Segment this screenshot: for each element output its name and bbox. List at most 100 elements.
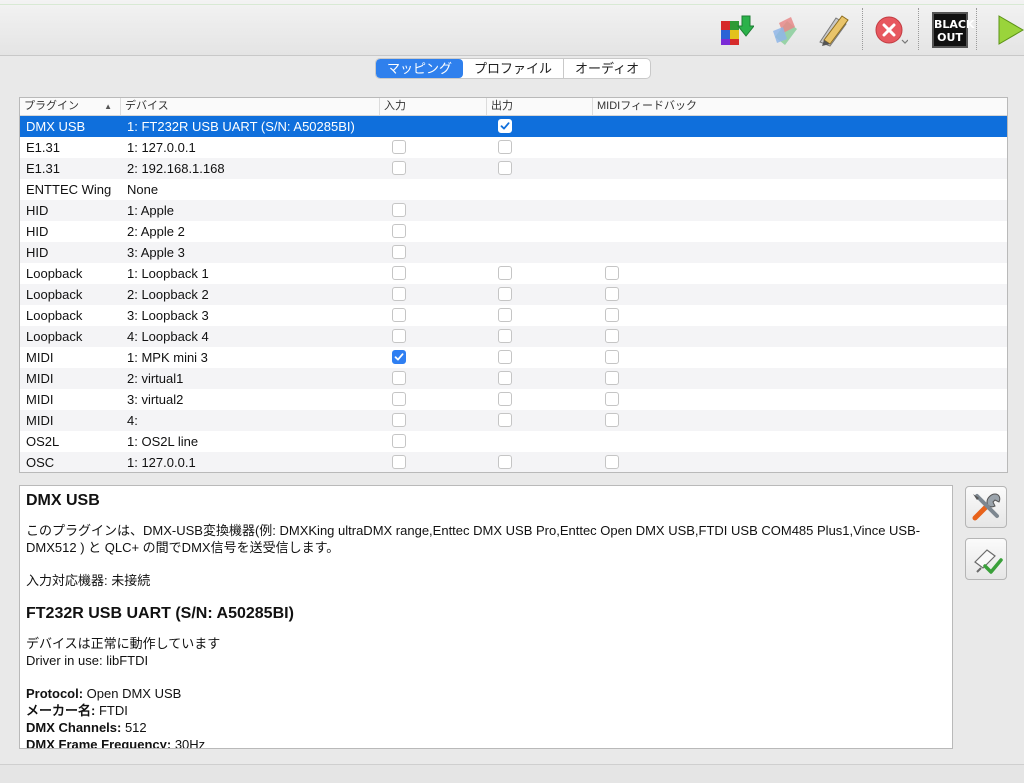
input-checkbox[interactable]: [392, 455, 406, 469]
column-header-input[interactable]: 入力: [380, 98, 487, 115]
table-row[interactable]: ENTTEC Wing None: [20, 179, 1007, 200]
table-row[interactable]: Loopback 4: Loopback 4: [20, 326, 1007, 347]
device-detail-row: DMX Frame Frequency: 30Hz: [26, 736, 946, 749]
configure-icon: [972, 493, 1001, 521]
device-cell: 2: 192.168.1.168: [127, 161, 225, 176]
device-status-line1: デバイスは正常に動作しています: [26, 636, 221, 651]
input-checkbox[interactable]: [392, 371, 406, 385]
toolbar-separator: [976, 8, 977, 50]
output-checkbox[interactable]: [498, 308, 512, 322]
plugin-cell: E1.31: [26, 140, 60, 155]
device-cell: 4:: [127, 413, 138, 428]
plugin-cell: HID: [26, 245, 49, 260]
detail-value: FTDI: [95, 703, 128, 718]
table-row[interactable]: MIDI 2: virtual1: [20, 368, 1007, 389]
plugin-cell: OS2L: [26, 434, 60, 449]
device-cell: 3: Apple 3: [127, 245, 185, 260]
device-cell: 2: virtual1: [127, 371, 184, 386]
blackout-label-line1: BLACK: [934, 18, 975, 31]
toolbar-separator: [918, 8, 919, 50]
midi-feedback-checkbox[interactable]: [605, 350, 619, 364]
output-checkbox[interactable]: [498, 119, 512, 133]
input-checkbox[interactable]: [392, 224, 406, 238]
table-row[interactable]: Loopback 1: Loopback 1: [20, 263, 1007, 284]
output-checkbox[interactable]: [498, 329, 512, 343]
input-checkbox[interactable]: [392, 308, 406, 322]
table-row[interactable]: DMX USB 1: FT232R USB UART (S/N: A50285BI…: [20, 116, 1007, 137]
input-support-line: 入力対応機器: 未接続: [26, 572, 946, 589]
midi-feedback-checkbox[interactable]: [605, 455, 619, 469]
device-cell: 2: Loopback 2: [127, 287, 209, 302]
stop-button[interactable]: [870, 10, 910, 50]
table-row[interactable]: MIDI 3: virtual2: [20, 389, 1007, 410]
table-row[interactable]: MIDI 1: MPK mini 3: [20, 347, 1007, 368]
table-row[interactable]: HID 1: Apple: [20, 200, 1007, 221]
midi-feedback-checkbox[interactable]: [605, 413, 619, 427]
edit-button[interactable]: [814, 10, 854, 50]
table-body: DMX USB 1: FT232R USB UART (S/N: A50285BI…: [20, 116, 1007, 472]
table-row[interactable]: OSC 1: 127.0.0.1: [20, 452, 1007, 472]
table-row[interactable]: Loopback 3: Loopback 3: [20, 305, 1007, 326]
table-row[interactable]: OS2L 1: OS2L line: [20, 431, 1007, 452]
device-cell: 1: FT232R USB UART (S/N: A50285BI): [127, 119, 355, 134]
midi-feedback-checkbox[interactable]: [605, 266, 619, 280]
table-row[interactable]: HID 3: Apple 3: [20, 242, 1007, 263]
midi-feedback-checkbox[interactable]: [605, 329, 619, 343]
table-row[interactable]: Loopback 2: Loopback 2: [20, 284, 1007, 305]
blackout-button[interactable]: BLACK OUT: [930, 10, 975, 50]
device-cell: 2: Apple 2: [127, 224, 185, 239]
input-checkbox[interactable]: [392, 266, 406, 280]
device-cell: 1: Apple: [127, 203, 174, 218]
detail-key: Protocol:: [26, 686, 84, 701]
detail-value: 30Hz: [171, 737, 206, 749]
plugin-description: このプラグインは、DMX-USB変換機器(例: DMXKing ultraDMX…: [26, 523, 921, 555]
output-checkbox[interactable]: [498, 455, 512, 469]
table-row[interactable]: HID 2: Apple 2: [20, 221, 1007, 242]
universe-output-button[interactable]: [965, 538, 1007, 580]
input-support-label: 入力対応機器:: [26, 573, 108, 588]
input-checkbox[interactable]: [392, 245, 406, 259]
fixture-button[interactable]: [766, 10, 806, 50]
play-button[interactable]: [990, 10, 1024, 50]
device-detail-row: DMX Channels: 512: [26, 719, 946, 736]
column-header-midi-feedback[interactable]: MIDIフィードバック: [593, 98, 1007, 115]
tab-mapping[interactable]: マッピング: [376, 59, 464, 78]
column-header-output[interactable]: 出力: [487, 98, 593, 115]
input-checkbox[interactable]: [392, 392, 406, 406]
output-checkbox[interactable]: [498, 413, 512, 427]
table-row[interactable]: E1.31 1: 127.0.0.1: [20, 137, 1007, 158]
output-checkbox[interactable]: [498, 371, 512, 385]
plugin-cell: HID: [26, 203, 49, 218]
output-checkbox[interactable]: [498, 392, 512, 406]
output-checkbox[interactable]: [498, 161, 512, 175]
output-checkbox[interactable]: [498, 287, 512, 301]
add-output-button[interactable]: [716, 10, 756, 50]
midi-feedback-checkbox[interactable]: [605, 392, 619, 406]
configure-button[interactable]: [965, 486, 1007, 528]
midi-feedback-checkbox[interactable]: [605, 371, 619, 385]
input-checkbox[interactable]: [392, 350, 406, 364]
input-checkbox[interactable]: [392, 140, 406, 154]
column-header-device[interactable]: デバイス: [121, 98, 380, 115]
midi-feedback-checkbox[interactable]: [605, 308, 619, 322]
input-checkbox[interactable]: [392, 203, 406, 217]
input-checkbox[interactable]: [392, 329, 406, 343]
table-row[interactable]: E1.31 2: 192.168.1.168: [20, 158, 1007, 179]
input-checkbox[interactable]: [392, 287, 406, 301]
tab-audio[interactable]: オーディオ: [563, 59, 650, 78]
plugin-cell: MIDI: [26, 413, 54, 428]
output-checkbox[interactable]: [498, 350, 512, 364]
tab-profile[interactable]: プロファイル: [463, 59, 563, 78]
output-checkbox[interactable]: [498, 266, 512, 280]
input-checkbox[interactable]: [392, 161, 406, 175]
fixture-icon: [773, 17, 797, 45]
column-header-plugin[interactable]: プラグイン ▲: [20, 98, 121, 115]
output-checkbox[interactable]: [498, 140, 512, 154]
plugin-cell: E1.31: [26, 161, 60, 176]
table-row[interactable]: MIDI 4:: [20, 410, 1007, 431]
input-checkbox[interactable]: [392, 413, 406, 427]
device-cell: 3: virtual2: [127, 392, 184, 407]
midi-feedback-checkbox[interactable]: [605, 287, 619, 301]
input-checkbox[interactable]: [392, 434, 406, 448]
device-cell: 4: Loopback 4: [127, 329, 209, 344]
